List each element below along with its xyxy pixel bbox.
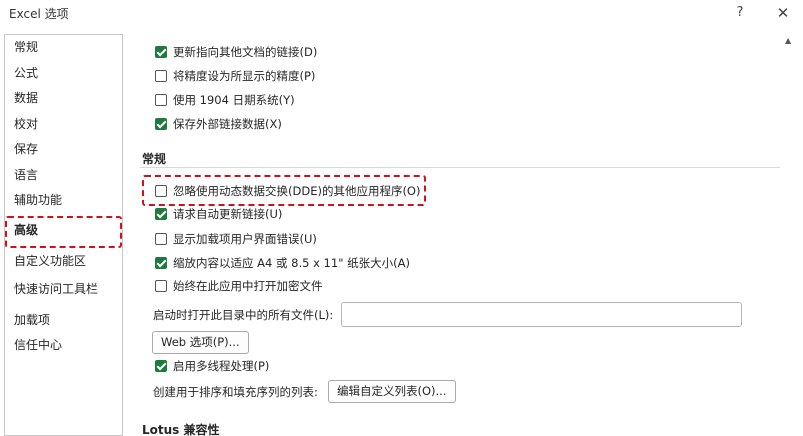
section-heading-general: 常规 <box>142 152 167 166</box>
section-divider <box>140 167 780 168</box>
custom-lists-label: 创建用于排序和填充序列的列表: <box>153 385 318 399</box>
checkbox-icon[interactable] <box>155 208 167 220</box>
checkbox-icon[interactable] <box>155 257 167 269</box>
option-save-external-link-values[interactable]: 保存外部链接数据(X) <box>155 115 282 133</box>
option-label: 将精度设为所显示的精度(P) <box>173 69 316 83</box>
dde-highlight-box <box>142 175 426 206</box>
checkbox-icon[interactable] <box>155 360 167 372</box>
section-heading-lotus: Lotus 兼容性 <box>142 423 220 436</box>
checkbox-icon[interactable] <box>155 94 167 106</box>
checkbox-icon[interactable] <box>155 233 167 245</box>
option-label: 保存外部链接数据(X) <box>173 117 282 131</box>
startup-folder-label: 启动时打开此目录中的所有文件(L): <box>153 308 334 322</box>
checkbox-icon[interactable] <box>155 118 167 130</box>
option-label: 显示加载项用户界面错误(U) <box>173 232 317 246</box>
option-ask-update-links[interactable]: 请求自动更新链接(U) <box>155 205 282 223</box>
sidebar-item-addins[interactable]: 加载项 <box>14 310 50 330</box>
option-1904-date-system[interactable]: 使用 1904 日期系统(Y) <box>155 91 295 109</box>
option-precision-as-displayed[interactable]: 将精度设为所显示的精度(P) <box>155 67 315 85</box>
sidebar-item-quick-access-toolbar[interactable]: 快速访问工具栏 <box>14 279 98 299</box>
sidebar-item-general[interactable]: 常规 <box>14 37 38 57</box>
option-label: 使用 1904 日期系统(Y) <box>173 93 295 107</box>
window-title: Excel 选项 <box>9 7 69 21</box>
sidebar-item-accessibility[interactable]: 辅助功能 <box>14 190 62 210</box>
sidebar-item-customize-ribbon[interactable]: 自定义功能区 <box>14 251 86 271</box>
edit-custom-lists-button[interactable]: 编辑自定义列表(O)... <box>328 380 456 403</box>
option-update-links[interactable]: 更新指向其他文档的链接(D) <box>155 43 317 61</box>
checkbox-icon[interactable] <box>155 46 167 58</box>
sidebar-item-formulas[interactable]: 公式 <box>14 63 38 83</box>
sidebar-item-proofing[interactable]: 校对 <box>14 114 38 134</box>
option-scale-to-paper[interactable]: 缩放内容以适应 A4 或 8.5 x 11" 纸张大小(A) <box>155 254 410 272</box>
startup-folder-input[interactable] <box>341 302 742 327</box>
option-open-encrypted-files[interactable]: 始终在此应用中打开加密文件 <box>155 277 323 295</box>
checkbox-icon[interactable] <box>155 70 167 82</box>
sidebar-item-language[interactable]: 语言 <box>14 165 38 185</box>
help-button[interactable]: ? <box>732 3 748 23</box>
option-show-addin-ui-errors[interactable]: 显示加载项用户界面错误(U) <box>155 230 317 248</box>
scroll-up-icon[interactable]: ▲ <box>785 36 791 45</box>
option-label: 启用多线程处理(P) <box>173 359 270 373</box>
option-label: 始终在此应用中打开加密文件 <box>173 279 323 293</box>
sidebar-item-save[interactable]: 保存 <box>14 139 38 159</box>
advanced-highlight-box <box>5 216 122 248</box>
title-bar: Excel 选项 ? ✕ <box>0 0 803 30</box>
close-button[interactable]: ✕ <box>774 3 792 23</box>
checkbox-icon[interactable] <box>155 280 167 292</box>
option-label: 请求自动更新链接(U) <box>173 207 283 221</box>
option-label: 更新指向其他文档的链接(D) <box>173 45 318 59</box>
sidebar-item-data[interactable]: 数据 <box>14 88 38 108</box>
sidebar-item-trust-center[interactable]: 信任中心 <box>14 335 62 355</box>
option-label: 缩放内容以适应 A4 或 8.5 x 11" 纸张大小(A) <box>173 256 410 270</box>
option-multithreaded-calculation[interactable]: 启用多线程处理(P) <box>155 357 269 375</box>
web-options-button[interactable]: Web 选项(P)... <box>152 331 249 354</box>
